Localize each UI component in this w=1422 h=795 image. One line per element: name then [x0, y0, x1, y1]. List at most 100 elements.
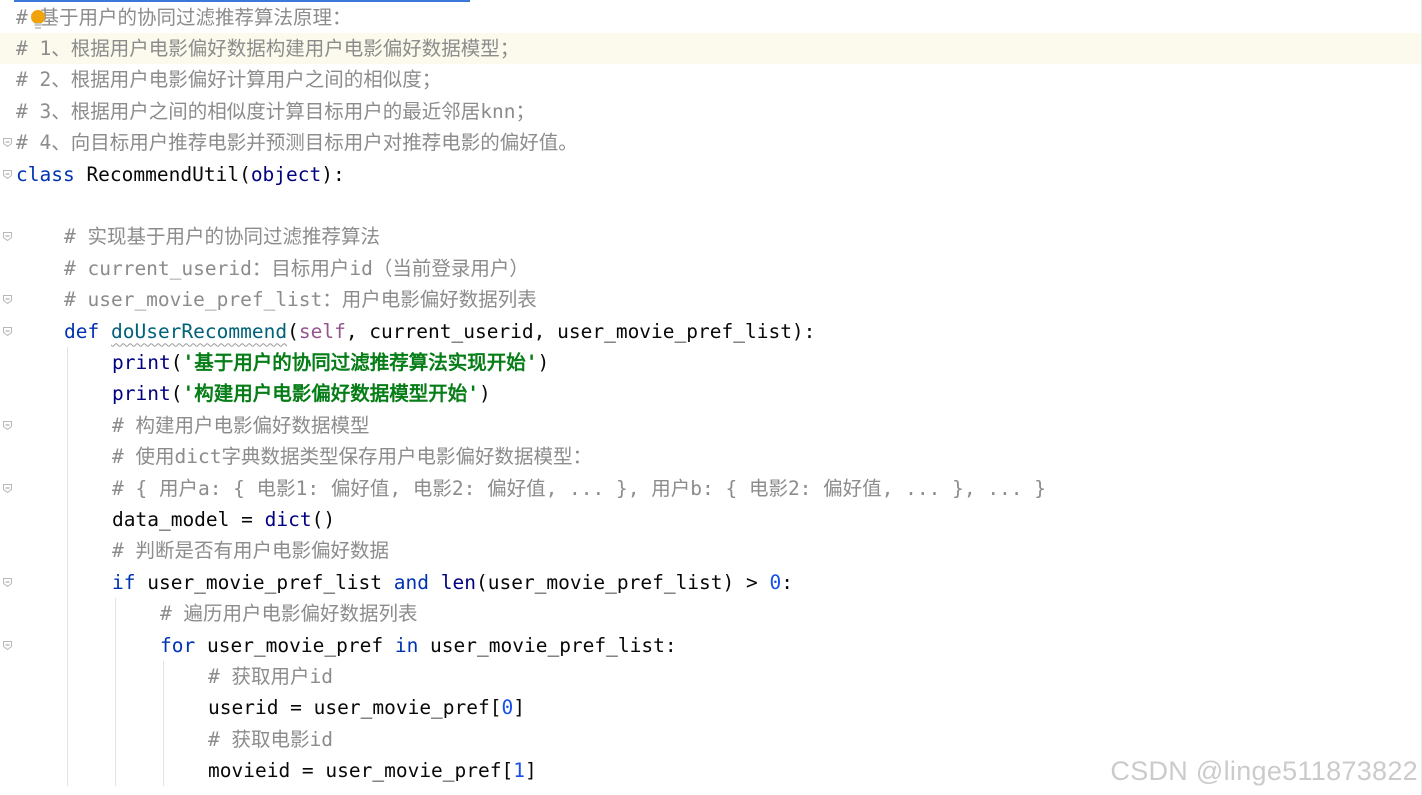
code-token: # current_userid：目标用户id（当前登录用户） — [64, 256, 529, 280]
code-line[interactable]: # 获取电影id — [0, 724, 1422, 755]
code-token: # 获取用户id — [208, 664, 333, 688]
code-line[interactable]: # 获取用户id — [0, 661, 1422, 692]
code-line[interactable]: # 遍历用户电影偏好数据列表 — [0, 598, 1422, 629]
code-token: ] — [525, 759, 537, 783]
code-line-text: # 获取电影id — [208, 724, 333, 755]
code-line-text: # 4、向目标用户推荐电影并预测目标用户对推荐电影的偏好值。 — [16, 127, 578, 158]
code-token: ] — [513, 696, 525, 720]
code-token: ( — [170, 382, 183, 406]
code-token: user_movie_pref — [195, 633, 395, 657]
code-token: # — [16, 5, 28, 29]
code-token: () — [311, 507, 336, 531]
code-token: for — [160, 633, 196, 657]
code-token: self — [298, 319, 346, 343]
code-token: and — [393, 570, 429, 594]
code-token: 基于用户的协同过滤推荐算法原理： — [27, 5, 352, 29]
code-token: object — [250, 162, 322, 186]
lightbulb-icon[interactable] — [29, 9, 47, 31]
code-line[interactable]: print('构建用户电影偏好数据模型开始') — [0, 378, 1422, 409]
code-token: '构建用户电影偏好数据模型开始' — [182, 382, 479, 406]
code-token: ( — [170, 350, 183, 374]
code-line[interactable]: class RecommendUtil(object): — [0, 159, 1422, 190]
code-line-text: # 3、根据用户之间的相似度计算目标用户的最近邻居knn； — [16, 96, 535, 127]
watermark-text: CSDN @linge511873822 — [1110, 756, 1418, 786]
code-line-text: # 2、根据用户电影偏好计算用户之间的相似度； — [16, 64, 441, 95]
code-line-text: # current_userid：目标用户id（当前登录用户） — [64, 253, 529, 284]
code-line-text: class RecommendUtil(object): — [16, 159, 345, 190]
code-token: # 4、向目标用户推荐电影并预测目标用户对推荐电影的偏好值。 — [16, 131, 578, 155]
code-line[interactable]: userid = user_movie_pref[0] — [0, 692, 1422, 723]
code-line[interactable]: # 实现基于用户的协同过滤推荐算法 — [0, 221, 1422, 252]
code-line[interactable]: print('基于用户的协同过滤推荐算法实现开始') — [0, 347, 1422, 378]
code-token: , current_userid, user_movie_pref_list): — [345, 319, 816, 343]
code-line-text: if user_movie_pref_list and len(user_mov… — [112, 567, 793, 598]
indent-guide — [163, 660, 164, 787]
code-line[interactable]: # { 用户a: { 电影1: 偏好值, 电影2: 偏好值, ... }, 用户… — [0, 473, 1422, 504]
code-token: user_movie_pref_list: — [418, 633, 677, 657]
code-line-text: # user_movie_pref_list：用户电影偏好数据列表 — [64, 284, 537, 315]
code-token: # 2、根据用户电影偏好计算用户之间的相似度； — [16, 68, 442, 92]
code-line[interactable]: # user_movie_pref_list：用户电影偏好数据列表 — [0, 284, 1422, 315]
code-line-text: # 遍历用户电影偏好数据列表 — [160, 598, 417, 629]
code-line[interactable]: # 4、向目标用户推荐电影并预测目标用户对推荐电影的偏好值。 — [0, 127, 1422, 158]
code-line-text: # 实现基于用户的协同过滤推荐算法 — [64, 221, 380, 252]
code-line-text: # 使用dict字典数据类型保存用户电影偏好数据模型： — [112, 441, 592, 472]
code-line-text: # 构建用户电影偏好数据模型 — [112, 410, 369, 441]
code-line[interactable]: # 基于用户的协同过滤推荐算法原理： — [0, 2, 1422, 33]
code-line[interactable]: def doUserRecommend(self, current_userid… — [0, 316, 1422, 347]
code-line[interactable]: # 使用dict字典数据类型保存用户电影偏好数据模型： — [0, 441, 1422, 472]
code-area[interactable]: # 基于用户的协同过滤推荐算法原理： # 1、根据用户电影偏好数据构建用户电影偏好… — [0, 0, 1422, 795]
code-line-text: # 获取用户id — [208, 661, 333, 692]
code-token: print — [112, 382, 171, 406]
code-token: ) — [537, 350, 550, 374]
code-token: movieid = user_movie_pref[ — [208, 759, 514, 783]
indent-guide — [115, 598, 116, 787]
code-token: 0 — [501, 696, 514, 720]
code-line[interactable]: # 构建用户电影偏好数据模型 — [0, 410, 1422, 441]
code-token: # user_movie_pref_list：用户电影偏好数据列表 — [64, 288, 537, 312]
code-token: print — [112, 350, 171, 374]
code-line-text: userid = user_movie_pref[0] — [208, 692, 525, 723]
code-line[interactable] — [0, 190, 1422, 221]
code-line-text: # 判断是否有用户电影偏好数据 — [112, 535, 389, 566]
code-token: # 获取电影id — [208, 727, 333, 751]
code-token: if — [112, 570, 136, 594]
code-line-text: for user_movie_pref in user_movie_pref_l… — [160, 630, 677, 661]
code-token: # 遍历用户电影偏好数据列表 — [160, 602, 418, 626]
code-line[interactable]: # 判断是否有用户电影偏好数据 — [0, 535, 1422, 566]
code-token: RecommendUtil( — [74, 162, 251, 186]
code-token: 0 — [769, 570, 782, 594]
code-token: ): — [321, 162, 345, 186]
code-token: in — [394, 633, 419, 657]
code-line[interactable]: if user_movie_pref_list and len(user_mov… — [0, 567, 1422, 598]
code-token: # 3、根据用户之间的相似度计算目标用户的最近邻居knn； — [16, 99, 535, 123]
code-line-text: print('构建用户电影偏好数据模型开始') — [112, 378, 491, 409]
code-line-text: print('基于用户的协同过滤推荐算法实现开始') — [112, 347, 549, 378]
code-token: doUserRecommend — [110, 319, 288, 343]
code-token: userid = user_movie_pref[ — [208, 696, 502, 720]
code-token: ) — [478, 382, 491, 406]
code-line-text: # 1、根据用户电影偏好数据构建用户电影偏好数据模型； — [16, 33, 519, 64]
code-token: ( — [287, 319, 299, 343]
code-editor[interactable]: # 基于用户的协同过滤推荐算法原理： # 1、根据用户电影偏好数据构建用户电影偏好… — [0, 0, 1422, 795]
code-token: # 实现基于用户的协同过滤推荐算法 — [64, 225, 380, 249]
code-line[interactable]: # current_userid：目标用户id（当前登录用户） — [0, 253, 1422, 284]
code-token: # 构建用户电影偏好数据模型 — [112, 413, 370, 437]
code-token: def — [64, 319, 100, 343]
code-line[interactable]: # 2、根据用户电影偏好计算用户之间的相似度； — [0, 64, 1422, 95]
code-line[interactable]: data_model = dict() — [0, 504, 1422, 535]
code-token: class — [16, 162, 75, 186]
code-line-text: def doUserRecommend(self, current_userid… — [64, 316, 815, 347]
code-line[interactable]: # 1、根据用户电影偏好数据构建用户电影偏好数据模型； — [0, 32, 1422, 65]
code-token: '基于用户的协同过滤推荐算法实现开始' — [182, 350, 538, 374]
code-token: # 1、根据用户电影偏好数据构建用户电影偏好数据模型； — [16, 36, 520, 60]
code-token: # 判断是否有用户电影偏好数据 — [112, 539, 389, 563]
code-token: data_model = — [112, 507, 265, 531]
code-line-text: movieid = user_movie_pref[1] — [208, 755, 537, 786]
code-line[interactable]: # 3、根据用户之间的相似度计算目标用户的最近邻居knn； — [0, 96, 1422, 127]
code-token: # { 用户a: { 电影1: 偏好值, 电影2: 偏好值, ... }, 用户… — [112, 476, 1047, 500]
code-line[interactable]: for user_movie_pref in user_movie_pref_l… — [0, 630, 1422, 661]
code-line-text: data_model = dict() — [112, 504, 335, 535]
indent-guide — [67, 346, 68, 787]
